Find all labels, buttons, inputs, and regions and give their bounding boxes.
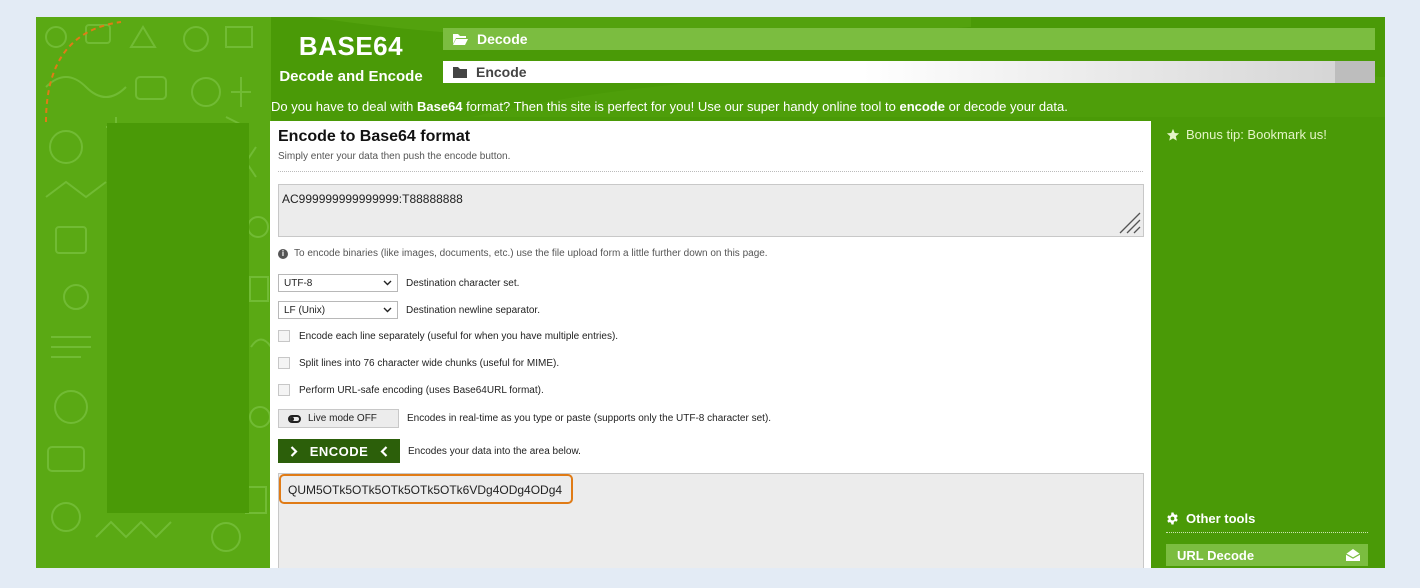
charset-row: UTF-8 Destination character set.	[278, 274, 519, 292]
urlsafe-checkbox[interactable]	[278, 384, 290, 396]
urlsafe-label: Perform URL-safe encoding (uses Base64UR…	[299, 384, 544, 396]
output-value[interactable]: QUM5OTk5OTk5OTk5OTk5OTk6VDg4ODg4ODg4	[279, 474, 573, 504]
nav-decode-label: Decode	[477, 31, 528, 47]
chevron-down-icon	[383, 307, 392, 313]
logo-title: BASE64	[298, 31, 404, 61]
site-logo[interactable]: BASE64 Decode and Encode	[271, 31, 431, 85]
output-textarea[interactable]: QUM5OTk5OTk5OTk5OTk5OTk6VDg4ODg4ODg4	[278, 473, 1144, 568]
nav-encode-label: Encode	[476, 64, 527, 80]
dashed-arrow	[45, 21, 122, 123]
encode-desc: Encodes your data into the area below.	[408, 445, 581, 457]
each-line-checkbox[interactable]	[278, 330, 290, 342]
chevron-right-icon	[290, 445, 298, 457]
newline-value: LF (Unix)	[284, 304, 326, 316]
charset-select[interactable]: UTF-8	[278, 274, 398, 292]
url-decode-link[interactable]: URL Decode	[1166, 544, 1368, 566]
charset-label: Destination character set.	[406, 277, 520, 289]
split-label: Split lines into 76 character wide chunk…	[299, 357, 560, 369]
bonus-tip-text: Bonus tip: Bookmark us!	[1186, 127, 1327, 142]
info-icon: i	[278, 248, 288, 259]
other-tools-label: Other tools	[1186, 511, 1256, 526]
encode-row: ENCODE Encodes your data into the area b…	[278, 439, 581, 463]
chevron-down-icon	[383, 280, 392, 286]
encode-button[interactable]: ENCODE	[278, 439, 400, 463]
resize-handle-icon[interactable]	[1119, 212, 1141, 234]
each-line-label: Encode each line separately (useful for …	[299, 330, 619, 342]
gear-icon	[1166, 512, 1179, 525]
binary-note: i To encode binaries (like images, docum…	[278, 248, 768, 259]
logo-subtitle: Decode and Encode	[279, 68, 423, 85]
newline-select[interactable]: LF (Unix)	[278, 301, 398, 319]
encode-panel: Encode to Base64 format Simply enter you…	[270, 121, 1151, 568]
live-mode-label: Live mode OFF	[308, 413, 377, 424]
folder-open-icon	[453, 33, 468, 45]
encode-button-label: ENCODE	[309, 443, 369, 459]
newline-row: LF (Unix) Destination newline separator.	[278, 301, 540, 319]
panel-title: Encode to Base64 format	[278, 128, 471, 145]
star-icon	[1166, 128, 1180, 142]
option-each-line: Encode each line separately (useful for …	[278, 330, 618, 342]
charset-value: UTF-8	[284, 277, 313, 289]
nav-decode[interactable]: Decode	[443, 28, 1375, 50]
toggle-icon	[288, 414, 301, 423]
split-checkbox[interactable]	[278, 357, 290, 369]
newline-label: Destination newline separator.	[406, 304, 540, 316]
decorative-pattern	[36, 17, 271, 568]
ad-placeholder	[107, 123, 249, 513]
sidebar: Bonus tip: Bookmark us!	[1166, 127, 1368, 142]
input-textarea[interactable]: AC999999999999999:T88888888	[278, 184, 1144, 237]
nav-encode[interactable]: Encode	[443, 61, 1375, 83]
envelope-open-icon	[1346, 549, 1360, 561]
page-frame: BASE64 Decode and Encode Decode Encode D…	[36, 17, 1385, 568]
nav-encode-endcap	[1335, 61, 1375, 83]
binary-note-text: To encode binaries (like images, documen…	[294, 248, 768, 259]
option-split: Split lines into 76 character wide chunk…	[278, 357, 559, 369]
option-urlsafe: Perform URL-safe encoding (uses Base64UR…	[278, 384, 544, 396]
live-mode-row: Live mode OFF Encodes in real-time as yo…	[278, 409, 771, 428]
url-decode-label: URL Decode	[1177, 547, 1255, 563]
chevron-left-icon	[380, 445, 388, 457]
divider	[278, 171, 1143, 172]
panel-subtitle: Simply enter your data then push the enc…	[278, 151, 511, 162]
bonus-tip[interactable]: Bonus tip: Bookmark us!	[1166, 127, 1368, 142]
intro-text: Do you have to deal with Base64 format? …	[271, 99, 1068, 114]
live-mode-desc: Encodes in real-time as you type or past…	[407, 413, 772, 424]
folder-icon	[453, 66, 467, 78]
other-tools-heading: Other tools	[1166, 511, 1368, 533]
live-mode-button[interactable]: Live mode OFF	[278, 409, 399, 428]
input-value: AC999999999999999:T88888888	[282, 192, 463, 206]
